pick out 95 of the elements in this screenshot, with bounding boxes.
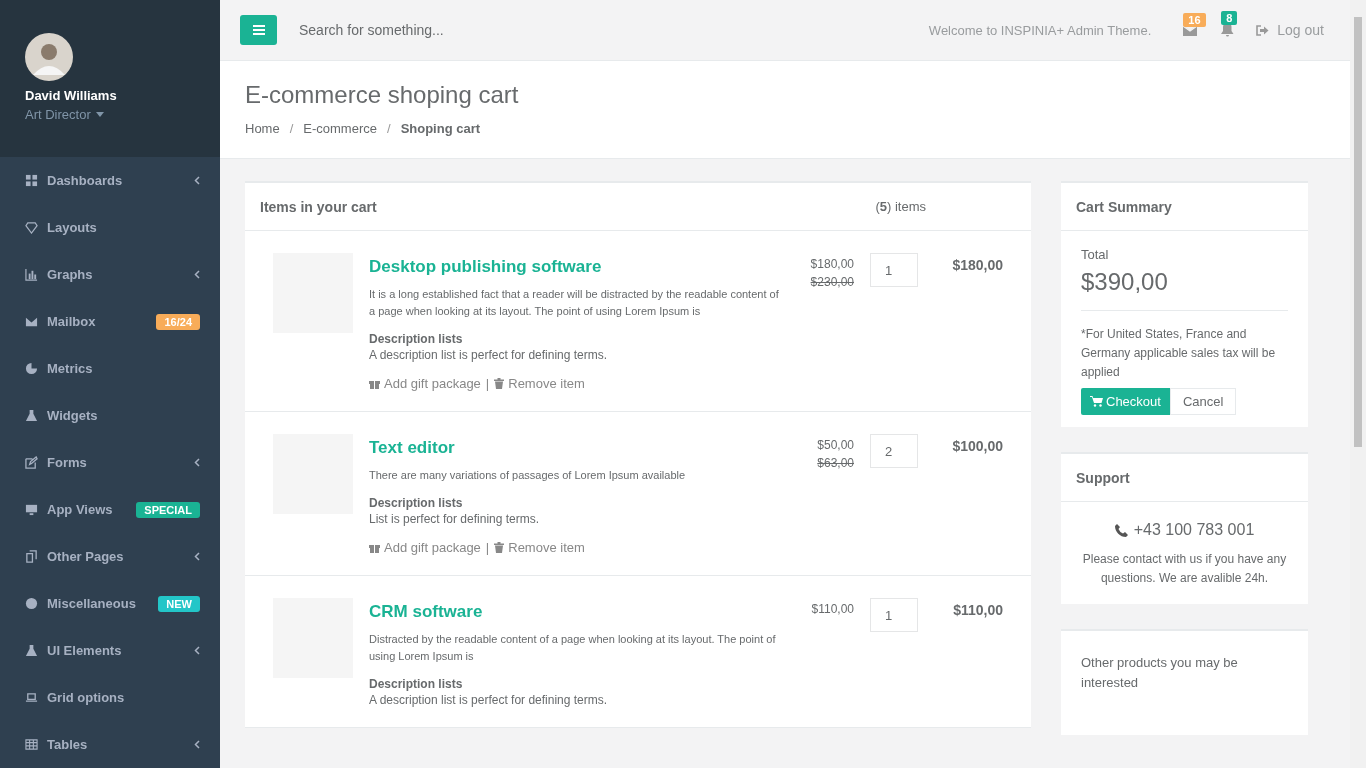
remove-link[interactable]: Remove item xyxy=(494,376,585,391)
sign-out-icon xyxy=(1256,24,1270,36)
chart-icon xyxy=(25,268,38,281)
phone-number: +43 100 783 001 xyxy=(1114,521,1255,539)
gift-link[interactable]: Add gift package xyxy=(369,376,481,391)
breadcrumb-separator: / xyxy=(289,121,294,136)
trash-icon xyxy=(494,378,505,389)
nav-item[interactable]: Miscellaneous NEW xyxy=(0,580,220,627)
nav-badge: NEW xyxy=(158,595,200,612)
trash-icon xyxy=(494,542,505,553)
nav-item[interactable]: Forms xyxy=(0,439,220,486)
edit-icon xyxy=(25,456,38,469)
action-separator: | xyxy=(485,376,490,391)
gift-icon xyxy=(369,542,380,553)
panel-title: Cart Summary xyxy=(1076,198,1172,215)
nav-item[interactable]: Layouts xyxy=(0,204,220,251)
logout-link[interactable]: Log out xyxy=(1256,22,1324,38)
user-name: David Williams xyxy=(25,88,117,103)
product-description: It is a long established fact that a reader will be distracted by the readable content of a page when looking at its layout. The point of using Lorem Ipsum is xyxy=(369,287,779,319)
price: $110,00 xyxy=(811,602,854,616)
cart-icon xyxy=(1090,396,1103,407)
quantity-field[interactable]: 1 xyxy=(870,598,918,632)
bell-icon xyxy=(1221,23,1235,37)
nav-item[interactable]: Grid options xyxy=(0,674,220,721)
table-icon xyxy=(25,738,38,751)
nav-item[interactable]: Mailbox 16/24 xyxy=(0,298,220,345)
checkout-button[interactable]: Checkout xyxy=(1081,388,1170,415)
nav-item[interactable]: Widgets xyxy=(0,392,220,439)
caret-icon xyxy=(95,112,104,117)
gift-link[interactable]: Add gift package xyxy=(369,540,481,555)
description-text: List is perfect for defining terms. xyxy=(369,512,540,526)
breadcrumb-link[interactable]: E-commerce xyxy=(303,121,377,136)
line-total: $100,00 xyxy=(951,438,1003,454)
product-description: There are many variations of passages of Lorem Ipsum available xyxy=(369,468,686,483)
nav-item[interactable]: UI Elements xyxy=(0,627,220,674)
product-link[interactable]: CRM software xyxy=(369,602,483,622)
product-link[interactable]: Desktop publishing software xyxy=(369,257,602,277)
price: $50,00 xyxy=(817,438,854,452)
search-field[interactable]: Search for something... xyxy=(297,21,929,39)
nav-item[interactable]: Dashboards xyxy=(0,157,220,204)
breadcrumb-link[interactable]: Shoping cart xyxy=(400,121,481,136)
action-separator: | xyxy=(485,540,490,555)
tax-note: *For United States, France and Germany applicable sales tax will be applied xyxy=(1081,326,1277,381)
description-text: A description list is perfect for defining terms. xyxy=(369,693,608,707)
nav-item[interactable]: Other Pages xyxy=(0,533,220,580)
mail-icon xyxy=(25,315,38,328)
product-description: Distracted by the readable content of a page when looking at its layout. The point of using Lorem Ipsum is xyxy=(369,632,777,664)
nav-item[interactable]: Tables xyxy=(0,721,220,768)
notifications-button[interactable]: 8 xyxy=(1209,13,1247,47)
nav-item[interactable]: Metrics xyxy=(0,345,220,392)
gift-icon xyxy=(369,378,380,389)
description-title: Description lists xyxy=(369,496,463,510)
nav-badge: SPECIAL xyxy=(136,501,200,518)
menu-button[interactable] xyxy=(240,15,277,45)
other-products-title: Other products you may be interested xyxy=(1081,653,1239,692)
phone-icon xyxy=(1114,523,1128,537)
welcome-text: Welcome to INSPINIA+ Admin Theme. xyxy=(928,22,1152,38)
old-price: $63,00 xyxy=(817,455,854,472)
flask-icon xyxy=(25,409,38,422)
product-link[interactable]: Text editor xyxy=(369,438,455,458)
user-role-dropdown[interactable]: Art Director xyxy=(25,107,104,122)
nav-item[interactable]: App Views SPECIAL xyxy=(0,486,220,533)
avatar xyxy=(25,33,73,81)
remove-link[interactable]: Remove item xyxy=(494,540,585,555)
panel-title: Support xyxy=(1076,469,1130,486)
alert-count-badge: 8 xyxy=(1221,11,1238,25)
diamond-icon xyxy=(25,221,38,234)
description-title: Description lists xyxy=(369,677,463,691)
cancel-button[interactable]: Cancel xyxy=(1169,388,1237,415)
laptop-icon xyxy=(25,691,38,704)
support-text: Please contact with us if you have any questions. We are avalible 24h. xyxy=(1081,550,1288,587)
total-label: Total xyxy=(1081,247,1110,262)
pie-icon xyxy=(25,362,38,375)
menu-icon xyxy=(252,25,265,35)
breadcrumb-separator: / xyxy=(387,121,391,136)
nav-item[interactable]: Graphs xyxy=(0,251,220,298)
panel-title: Items in your cart xyxy=(260,198,377,215)
quantity-field[interactable]: 2 xyxy=(870,434,918,468)
price: $180,00 xyxy=(810,257,854,271)
item-count: (5) items xyxy=(875,199,926,214)
pages-icon xyxy=(25,550,38,563)
line-total: $110,00 xyxy=(952,602,1003,618)
old-price: $230,00 xyxy=(810,274,854,291)
page-title: E-commerce shoping cart xyxy=(245,81,520,109)
nav-badge: 16/24 xyxy=(156,313,200,330)
flask-icon xyxy=(25,644,38,657)
line-total: $180,00 xyxy=(951,257,1003,273)
quantity-field[interactable]: 1 xyxy=(870,253,918,287)
description-title: Description lists xyxy=(369,332,463,346)
mail-count-badge: 16 xyxy=(1183,12,1206,27)
monitor-icon xyxy=(25,503,38,516)
breadcrumb-link[interactable]: Home xyxy=(245,121,280,136)
total-amount: $390,00 xyxy=(1081,268,1288,311)
grid-icon xyxy=(25,174,38,187)
description-text: A description list is perfect for defining terms. xyxy=(369,348,608,362)
